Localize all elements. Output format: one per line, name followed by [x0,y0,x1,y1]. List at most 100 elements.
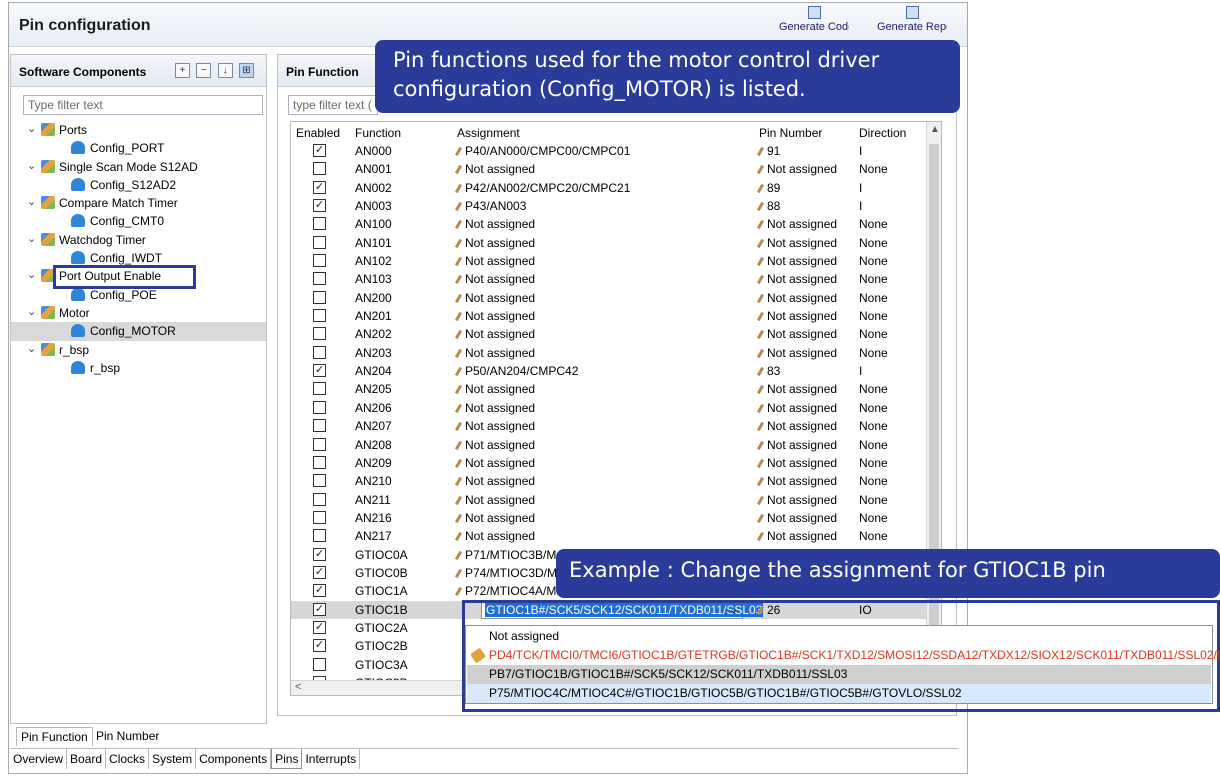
table-row[interactable]: AN202 Not assigned Not assigned None [291,325,927,343]
enabled-checkbox[interactable] [313,529,326,543]
tab-overview[interactable]: Overview [10,749,68,769]
enabled-checkbox[interactable] [313,272,326,286]
table-row[interactable]: AN210 Not assigned Not assigned None [291,472,927,490]
enabled-checkbox[interactable] [313,437,326,451]
tab-pins[interactable]: Pins [271,749,303,769]
chevron-down-icon[interactable]: ⌄ [27,159,36,172]
enabled-checkbox[interactable] [313,290,326,304]
component-filter-input[interactable]: Type filter text [23,95,263,115]
column-header-function[interactable]: Function [355,126,401,140]
assignment-cell[interactable]: Not assigned [454,382,535,396]
table-row[interactable]: AN207 Not assigned Not assigned None [291,417,927,435]
generate-report-button[interactable]: Generate Report [877,6,947,34]
table-row[interactable]: AN205 Not assigned Not assigned None [291,380,927,398]
table-row[interactable]: ✓ AN003 P43/AN003 88 I [291,197,927,215]
tree-item[interactable]: ⌄ r_bsp [11,341,266,359]
enabled-checkbox[interactable] [313,235,326,249]
table-row[interactable]: AN209 Not assigned Not assigned None [291,454,927,472]
table-row[interactable]: AN101 Not assigned Not assigned None [291,234,927,252]
assignment-cell[interactable]: Not assigned [454,511,535,525]
enabled-checkbox[interactable]: ✓ [313,639,326,653]
tree-item[interactable]: Config_CMT0 [11,212,266,230]
table-row[interactable]: AN211 Not assigned Not assigned None [291,491,927,509]
enabled-checkbox[interactable]: ✓ [313,180,326,194]
pin-number-cell[interactable]: 83 [756,364,780,378]
pin-number-cell[interactable]: Not assigned [756,291,837,305]
pin-number-cell[interactable]: Not assigned [756,327,837,341]
table-row[interactable]: AN001 Not assigned Not assigned None [291,160,927,178]
tree-item[interactable]: r_bsp [11,359,266,377]
pin-number-cell[interactable]: Not assigned [756,401,837,415]
table-row[interactable]: AN203 Not assigned Not assigned None [291,344,927,362]
pin-number-cell[interactable]: Not assigned [756,309,837,323]
column-header-pin-number[interactable]: Pin Number [759,126,822,140]
collapse-all-icon[interactable]: − [196,63,212,78]
chevron-down-icon[interactable]: ⌄ [27,342,36,355]
enabled-checkbox[interactable] [313,419,326,433]
pin-number-cell[interactable]: Not assigned [756,419,837,433]
tree-item[interactable]: ⌄ Ports [11,121,266,139]
dropdown-option[interactable]: P75/MTIOC4C/MTIOC4C#/GTIOC1B/GTIOC5B/GTI… [467,684,1211,703]
tree-item[interactable]: ⌄ Watchdog Timer [11,231,266,249]
enabled-checkbox[interactable]: ✓ [313,602,326,616]
pin-number-cell[interactable]: Not assigned [756,254,837,268]
tab-interrupts[interactable]: Interrupts [302,749,361,769]
assignment-cell[interactable]: Not assigned [454,346,535,360]
scroll-left-icon[interactable]: < [295,681,301,693]
tab-clocks[interactable]: Clocks [106,749,150,769]
assignment-cell[interactable]: P74/MTIOC3D/M [454,566,557,580]
enabled-checkbox[interactable] [313,327,326,341]
enabled-checkbox[interactable]: ✓ [313,547,326,561]
enabled-checkbox[interactable] [313,400,326,414]
chevron-down-icon[interactable]: ⌄ [27,305,36,318]
column-header-enabled[interactable]: Enabled [296,126,340,140]
enabled-checkbox[interactable] [313,382,326,396]
enabled-checkbox[interactable] [313,162,326,176]
chevron-down-icon[interactable]: ⌄ [27,268,36,281]
tree-item[interactable]: ⌄ Compare Match Timer [11,194,266,212]
enabled-checkbox[interactable] [313,492,326,506]
tab-components[interactable]: Components [196,749,272,769]
pin-number-cell[interactable]: Not assigned [756,438,837,452]
enabled-checkbox[interactable] [313,474,326,488]
enabled-checkbox[interactable]: ✓ [313,584,326,598]
sort-icon[interactable]: ↓ [217,63,233,78]
assignment-cell[interactable]: P42/AN002/CMPC20/CMPC21 [454,181,630,195]
assignment-cell[interactable]: P71/MTIOC3B/M [454,548,556,562]
enabled-checkbox[interactable]: ✓ [313,565,326,579]
assignment-cell[interactable]: Not assigned [454,438,535,452]
enabled-checkbox[interactable] [313,657,326,671]
assignment-cell[interactable]: Not assigned [454,493,535,507]
pin-number-cell[interactable]: Not assigned [756,236,837,250]
assignment-cell[interactable]: P40/AN000/CMPC00/CMPC01 [454,144,630,158]
assignment-cell[interactable]: Not assigned [454,236,535,250]
assignment-cell[interactable]: Not assigned [454,291,535,305]
pin-number-cell[interactable]: Not assigned [756,456,837,470]
dropdown-option[interactable]: PB7/GTIOC1B/GTIOC1B#/SCK5/SCK12/SCK011/T… [467,665,1211,684]
assignment-cell[interactable]: Not assigned [454,456,535,470]
enabled-checkbox[interactable] [313,309,326,323]
table-row[interactable]: AN201 Not assigned Not assigned None [291,307,927,325]
assignment-cell[interactable]: Not assigned [454,529,535,543]
tree-view-icon[interactable]: ⊞ [239,63,254,78]
table-row[interactable]: ✓ AN204 P50/AN204/CMPC42 83 I [291,362,927,380]
pin-filter-input[interactable]: type filter text ( [288,95,378,115]
expand-all-icon[interactable]: + [174,63,190,78]
enabled-checkbox[interactable]: ✓ [313,620,326,634]
pin-number-cell[interactable]: Not assigned [756,346,837,360]
enabled-checkbox[interactable] [313,455,326,469]
table-row[interactable]: ✓ AN002 P42/AN002/CMPC20/CMPC21 89 I [291,179,927,197]
table-row[interactable]: AN102 Not assigned Not assigned None [291,252,927,270]
assignment-cell[interactable]: Not assigned [454,474,535,488]
tab-pin-number[interactable]: Pin Number [92,727,163,745]
assignment-cell[interactable]: P43/AN003 [454,199,526,213]
scroll-up-icon[interactable]: ▲ [930,124,940,135]
column-header-direction[interactable]: Direction [859,126,906,140]
chevron-down-icon[interactable]: ⌄ [27,232,36,245]
assignment-cell[interactable]: Not assigned [454,327,535,341]
table-row[interactable]: AN100 Not assigned Not assigned None [291,215,927,233]
pin-number-cell[interactable]: Not assigned [756,511,837,525]
chevron-down-icon[interactable]: ⌄ [27,195,36,208]
enabled-checkbox[interactable] [313,345,326,359]
table-row[interactable]: AN216 Not assigned Not assigned None [291,509,927,527]
